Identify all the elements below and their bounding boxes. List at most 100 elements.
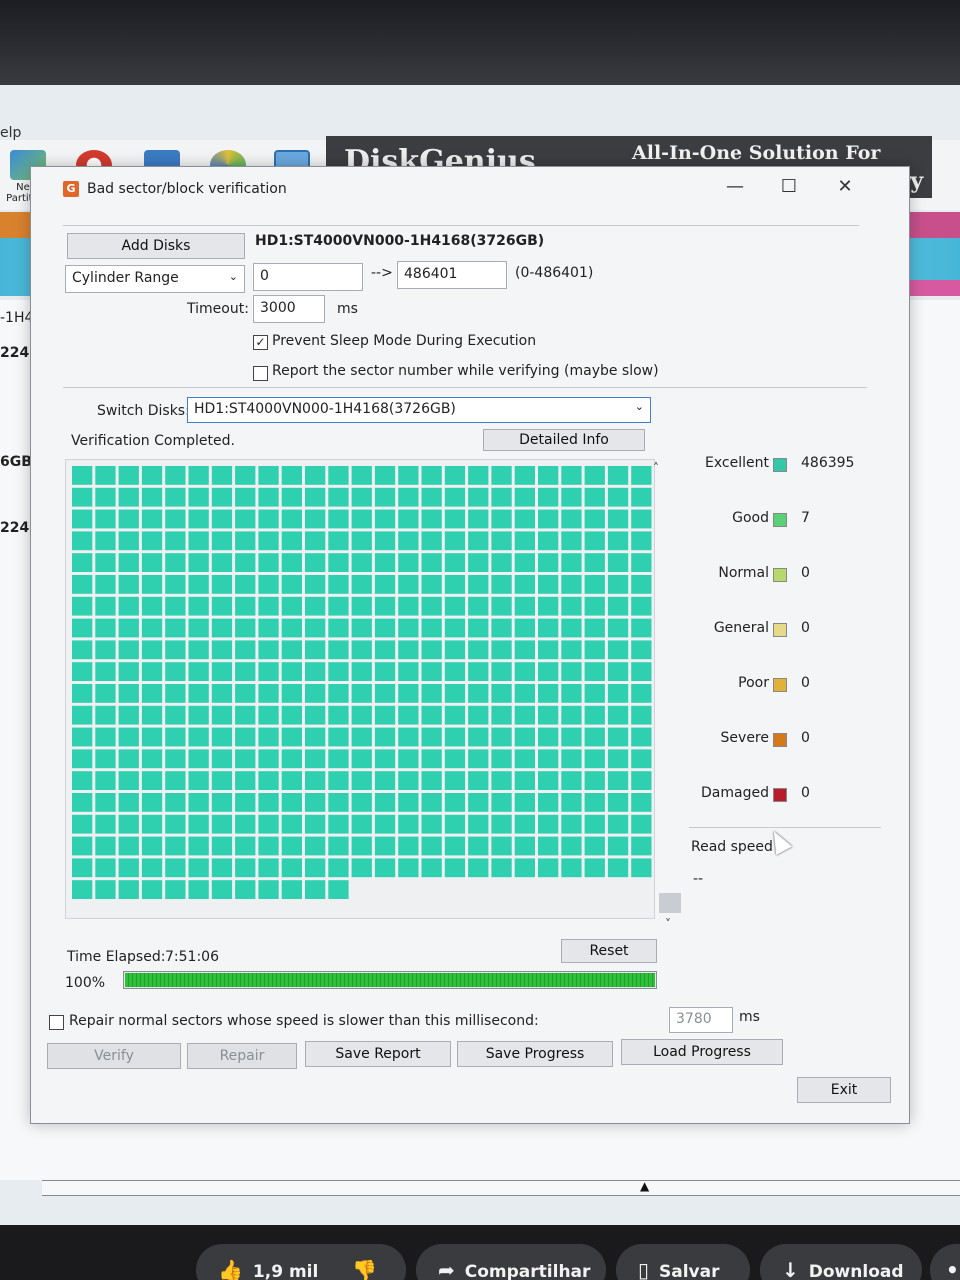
sector-block[interactable] [305,880,326,899]
menu-help[interactable]: elp [0,125,21,141]
sector-block[interactable] [305,531,326,551]
sector-block[interactable] [211,749,233,769]
sector-block[interactable] [72,771,93,790]
sector-block[interactable] [607,509,629,529]
sector-block[interactable] [374,662,396,681]
sector-block[interactable] [607,553,629,572]
sector-block[interactable] [165,749,186,769]
sector-block[interactable] [491,727,512,747]
sector-block[interactable] [514,575,535,594]
sector-block[interactable] [118,705,139,725]
sector-block[interactable] [607,836,629,856]
sector-block[interactable] [374,640,396,660]
sector-block[interactable] [305,596,326,616]
sector-block[interactable] [328,553,349,572]
sector-block[interactable] [258,684,279,703]
sector-block[interactable] [328,858,349,878]
sector-block[interactable] [444,749,466,769]
sector-block[interactable] [584,575,605,594]
sector-block[interactable] [444,596,466,616]
repair-option-checkbox[interactable] [49,1015,64,1030]
sector-block[interactable] [538,836,559,856]
sector-block[interactable] [561,509,582,529]
sector-block[interactable] [281,618,302,638]
sector-block[interactable] [607,618,629,638]
sector-block[interactable] [491,858,512,878]
sector-block[interactable] [398,858,419,878]
sector-block[interactable] [281,880,302,899]
sector-block[interactable] [258,487,279,507]
sector-block[interactable] [561,749,582,769]
sector-block[interactable] [235,618,256,638]
sector-block[interactable] [95,640,116,660]
sector-block[interactable] [95,662,116,681]
sector-block[interactable] [538,749,559,769]
sector-block[interactable] [328,640,349,660]
sector-block[interactable] [95,553,116,572]
sector-block[interactable] [305,466,326,485]
sector-block[interactable] [374,618,396,638]
sector-block[interactable] [281,640,302,660]
sector-block[interactable] [351,487,372,507]
sector-block[interactable] [281,771,302,790]
sector-block[interactable] [235,749,256,769]
sector-block[interactable] [468,793,489,812]
sector-block[interactable] [561,575,582,594]
save-button[interactable]: ▯ Salvar [616,1244,750,1280]
sector-block[interactable] [118,771,139,790]
sector-block[interactable] [211,575,233,594]
sector-block[interactable] [118,531,139,551]
sector-block[interactable] [141,640,163,660]
sector-block[interactable] [305,509,326,529]
sector-block[interactable] [584,771,605,790]
reset-button[interactable]: Reset [561,939,657,963]
sector-block[interactable] [258,640,279,660]
sector-block[interactable] [398,836,419,856]
sector-block[interactable] [211,793,233,812]
sector-block[interactable] [258,880,279,899]
sector-block[interactable] [211,553,233,572]
sector-block[interactable] [72,727,93,747]
sector-block[interactable] [374,487,396,507]
sector-block[interactable] [188,814,209,834]
sector-block[interactable] [258,727,279,747]
sector-block[interactable] [211,531,233,551]
sector-block[interactable] [538,487,559,507]
sector-block[interactable] [538,553,559,572]
sector-block[interactable] [72,531,93,551]
sector-block[interactable] [444,771,466,790]
sector-block[interactable] [444,640,466,660]
sector-block[interactable] [281,531,302,551]
sector-block[interactable] [188,531,209,551]
sector-block[interactable] [491,487,512,507]
sector-block[interactable] [141,836,163,856]
sector-block[interactable] [188,684,209,703]
sector-block[interactable] [561,531,582,551]
sector-block[interactable] [211,814,233,834]
sector-block[interactable] [631,466,652,485]
download-button[interactable]: ↓ Download [760,1244,922,1280]
sector-block[interactable] [165,662,186,681]
sector-block[interactable] [72,858,93,878]
prevent-sleep-checkbox[interactable]: ✓ [253,335,268,350]
sector-block[interactable] [95,836,116,856]
background-scrollbar[interactable] [42,1180,960,1196]
sector-block[interactable] [398,596,419,616]
sector-block[interactable] [538,727,559,747]
sector-block[interactable] [211,836,233,856]
sector-block[interactable] [561,836,582,856]
sector-block[interactable] [468,596,489,616]
sector-block[interactable] [141,727,163,747]
sector-block[interactable] [631,705,652,725]
sector-block[interactable] [584,487,605,507]
sector-block[interactable] [165,509,186,529]
sector-block[interactable] [607,705,629,725]
report-sector-checkbox[interactable] [253,366,268,381]
sector-block[interactable] [72,466,93,485]
sector-block[interactable] [281,858,302,878]
sector-block[interactable] [328,684,349,703]
sector-block[interactable] [444,466,466,485]
sector-block[interactable] [235,553,256,572]
sector-block[interactable] [235,466,256,485]
sector-block[interactable] [281,575,302,594]
